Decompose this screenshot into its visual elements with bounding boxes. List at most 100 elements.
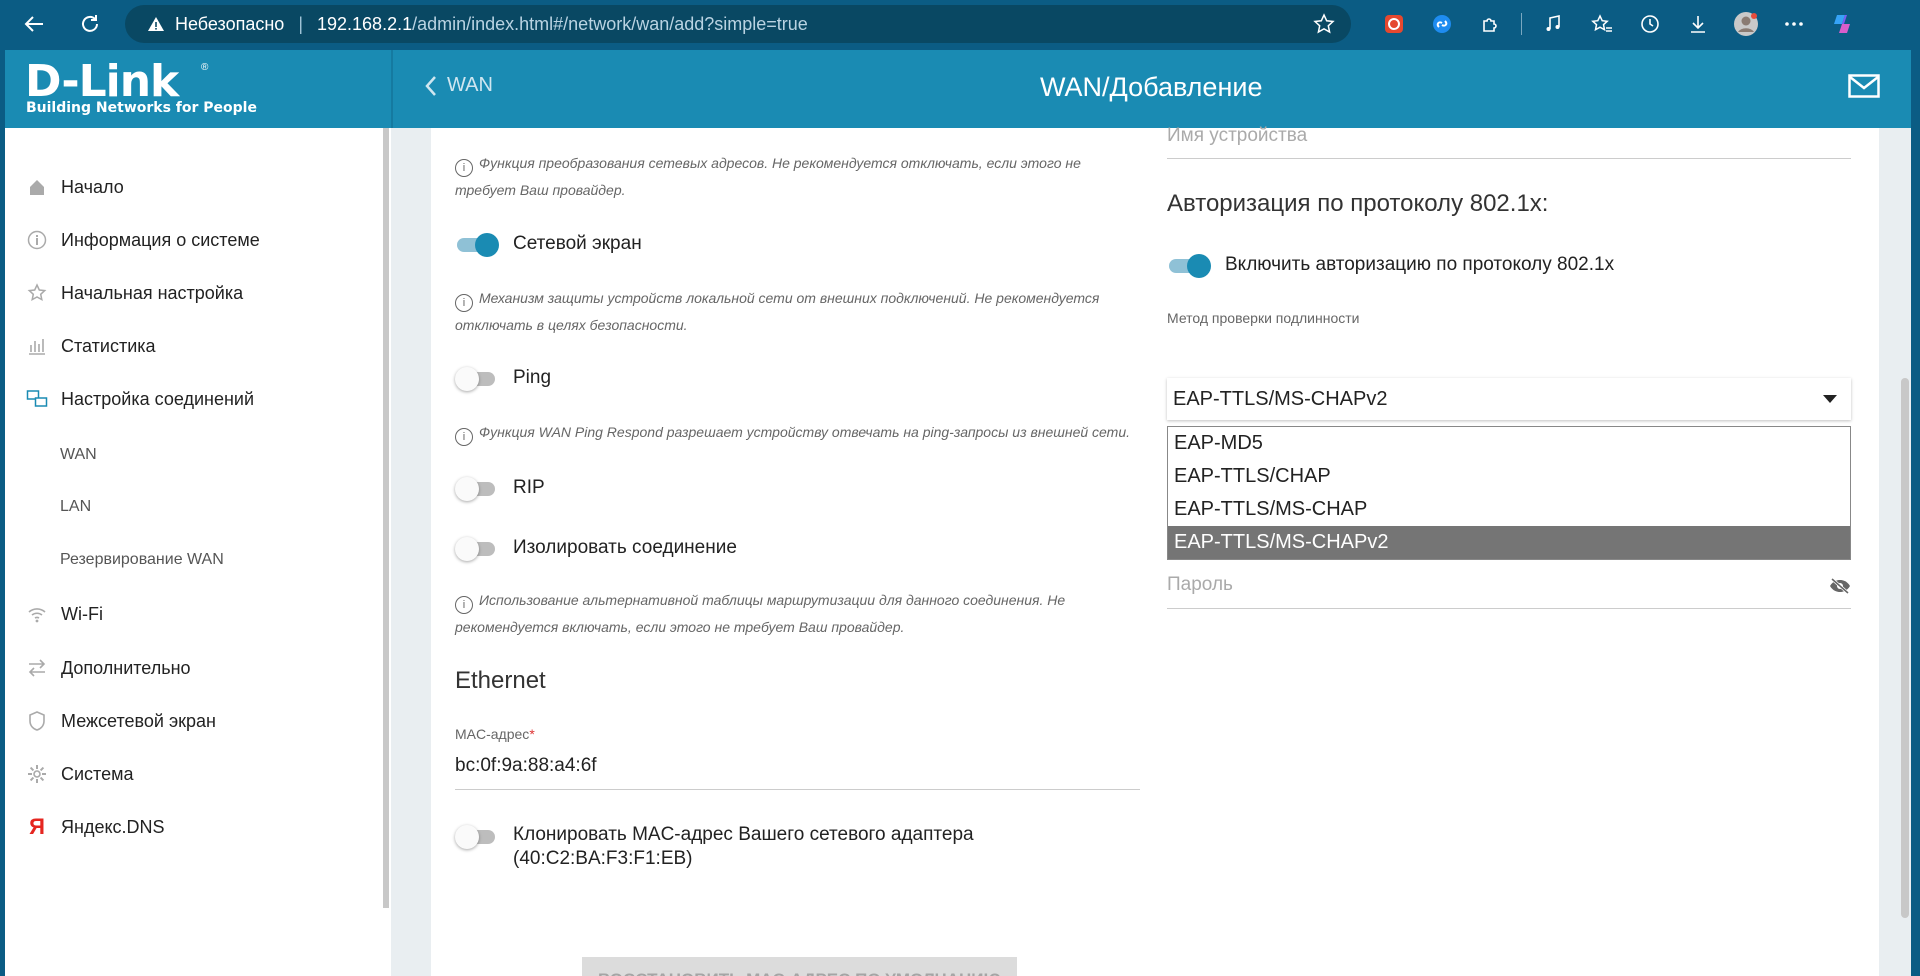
sidebar-item-system[interactable]: Система xyxy=(25,762,134,786)
yandex-icon: Я xyxy=(29,814,45,839)
more-menu-icon[interactable] xyxy=(1770,0,1818,48)
auth-method-option-selected[interactable]: EAP-TTLS/MS-CHAPv2 xyxy=(1168,526,1850,559)
isolate-hint: i Использование альтернативной таблицы ма… xyxy=(455,587,1065,640)
auth-method-value: EAP-TTLS/MS-CHAPv2 xyxy=(1173,387,1388,410)
page-scrollbar[interactable] xyxy=(1901,378,1909,918)
info-icon xyxy=(25,228,49,252)
sidebar-item-yandex-dns[interactable]: Я Яндекс.DNS xyxy=(25,814,165,839)
firewall-hint: i Механизм защиты устройств локальной сет… xyxy=(455,285,1099,338)
favorites-icon[interactable] xyxy=(1578,0,1626,48)
auth-method-option[interactable]: EAP-MD5 xyxy=(1168,427,1850,460)
back-to-wan-link[interactable]: WAN xyxy=(425,74,493,97)
sidebar-item-label: Настройка соединений xyxy=(61,388,254,409)
copilot-icon[interactable] xyxy=(1818,0,1866,48)
clone-mac-label: Клонировать MAC-адрес Вашего сетевого ад… xyxy=(513,823,974,871)
isolate-hint-line2: рекомендуется включать, если этого не тр… xyxy=(455,619,905,635)
history-icon[interactable] xyxy=(1626,0,1674,48)
sidebar-item-label: Начальная настройка xyxy=(61,282,244,303)
sidebar-item-system-info[interactable]: Информация о системе xyxy=(25,228,260,252)
sidebar-subitem-lan[interactable]: LAN xyxy=(60,498,91,516)
mac-label-text: MAC-адрес xyxy=(455,726,530,742)
required-mark: * xyxy=(529,726,535,742)
sidebar-item-advanced[interactable]: Дополнительно xyxy=(25,656,191,680)
gear-icon xyxy=(25,762,49,786)
isolate-toggle[interactable] xyxy=(455,535,499,561)
divider-icon xyxy=(1514,0,1530,48)
browser-toolbar: Небезопасно | 192.168.2.1/admin/index.ht… xyxy=(0,0,1920,48)
mail-icon[interactable] xyxy=(1848,74,1882,102)
eye-slash-icon[interactable] xyxy=(1829,577,1851,595)
sidebar-subitem-wan-backup[interactable]: Резервирование WAN xyxy=(60,551,224,569)
insecure-label[interactable]: Небезопасно xyxy=(175,14,284,35)
download-icon[interactable] xyxy=(1674,0,1722,48)
sidebar-item-home[interactable]: Начало xyxy=(25,175,124,199)
password-input[interactable]: Пароль xyxy=(1167,574,1233,596)
sidebar-item-firewall[interactable]: Межсетевой экран xyxy=(25,709,216,733)
sidebar-item-statistics[interactable]: Статистика xyxy=(25,334,156,358)
info-icon: i xyxy=(455,428,473,446)
nat-hint: i Функция преобразования сетевых адресов.… xyxy=(455,150,1081,203)
shield-icon xyxy=(25,709,49,733)
reload-icon[interactable] xyxy=(70,4,110,44)
auth-method-label: Метод проверки подлинности xyxy=(1167,310,1360,326)
url-host: 192.168.2.1 xyxy=(317,13,413,34)
clone-mac-row: Клонировать MAC-адрес Вашего сетевого ад… xyxy=(455,823,974,871)
device-name-input[interactable]: Имя устройства xyxy=(1167,125,1307,147)
warning-icon xyxy=(147,15,165,33)
arrows-icon xyxy=(25,656,49,680)
sidebar-item-label: Яндекс.DNS xyxy=(61,816,165,837)
address-bar[interactable]: Небезопасно | 192.168.2.1/admin/index.ht… xyxy=(125,5,1351,43)
clone-mac-label-line2: (40:C2:BA:F3:F1:EB) xyxy=(513,848,693,869)
password-underline xyxy=(1167,608,1851,609)
auth-method-option[interactable]: EAP-TTLS/MS-CHAP xyxy=(1168,493,1850,526)
ping-toggle[interactable] xyxy=(455,365,499,391)
auth-8021x-row: Включить авторизацию по протоколу 802.1x xyxy=(1167,252,1614,278)
sidebar-subitem-wan[interactable]: WAN xyxy=(60,446,97,464)
sidebar-item-initial-setup[interactable]: Начальная настройка xyxy=(25,281,243,305)
media-icon[interactable] xyxy=(1530,0,1578,48)
sidebar-item-label: Система xyxy=(61,763,134,784)
auth-method-option[interactable]: EAP-TTLS/CHAP xyxy=(1168,460,1850,493)
firewall-row: Сетевой экран xyxy=(455,231,642,257)
sidebar-item-wifi[interactable]: Wi-Fi xyxy=(25,602,103,626)
dlink-logo[interactable]: D-Link ® Building Networks for People xyxy=(5,50,393,128)
ping-label: Ping xyxy=(513,367,552,388)
rip-toggle[interactable] xyxy=(455,475,499,501)
profile-avatar-icon[interactable] xyxy=(1722,0,1770,48)
puzzle-extension-icon[interactable] xyxy=(1466,0,1514,48)
shazam-extension-icon[interactable] xyxy=(1418,0,1466,48)
sidebar-item-label: Информация о системе xyxy=(61,229,260,250)
favorite-star-icon[interactable] xyxy=(1313,13,1335,35)
auth-method-select[interactable]: EAP-TTLS/MS-CHAPv2 xyxy=(1167,378,1851,420)
mac-input[interactable]: bc:0f:9a:88:a4:6f xyxy=(455,755,597,777)
auth-8021x-title: Авторизация по протоколу 802.1x: xyxy=(1167,190,1549,217)
rip-row: RIP xyxy=(455,475,545,501)
sidebar-item-label: Wi-Fi xyxy=(61,603,103,624)
connections-icon xyxy=(25,387,49,411)
isolate-label: Изолировать соединение xyxy=(513,537,737,558)
nat-hint-line1: Функция преобразования сетевых адресов. … xyxy=(479,155,1081,171)
nat-hint-line2: требует Ваш провайдер. xyxy=(455,182,626,198)
sidebar-item-connections[interactable]: Настройка соединений xyxy=(25,387,254,411)
record-extension-icon[interactable] xyxy=(1370,0,1418,48)
firewall-hint-line2: отключать в целях безопасности. xyxy=(455,317,688,333)
ping-row: Ping xyxy=(455,365,551,391)
back-arrow-icon[interactable] xyxy=(14,4,54,44)
auth-8021x-toggle[interactable] xyxy=(1167,252,1211,278)
info-icon: i xyxy=(455,159,473,177)
clone-mac-toggle[interactable] xyxy=(455,823,499,849)
back-link-label: WAN xyxy=(447,74,493,96)
ethernet-title: Ethernet xyxy=(455,667,546,694)
firewall-toggle[interactable] xyxy=(455,231,499,257)
restore-mac-button[interactable]: ВОССТАНОВИТЬ MAC-АДРЕС ПО УМОЛЧАНИЮ xyxy=(582,957,1017,976)
logo-registered-mark: ® xyxy=(201,62,209,73)
rip-label: RIP xyxy=(513,477,545,498)
info-icon: i xyxy=(455,294,473,312)
browser-extensions xyxy=(1370,0,1866,48)
sidebar-item-label: Межсетевой экран xyxy=(61,710,216,731)
home-icon xyxy=(25,175,49,199)
isolate-hint-line1: Использование альтернативной таблицы мар… xyxy=(479,592,1066,608)
sidebar-scrollbar[interactable] xyxy=(383,128,389,908)
page-title: WAN/Добавление xyxy=(1040,72,1263,102)
sidebar-item-label: Начало xyxy=(61,176,124,197)
